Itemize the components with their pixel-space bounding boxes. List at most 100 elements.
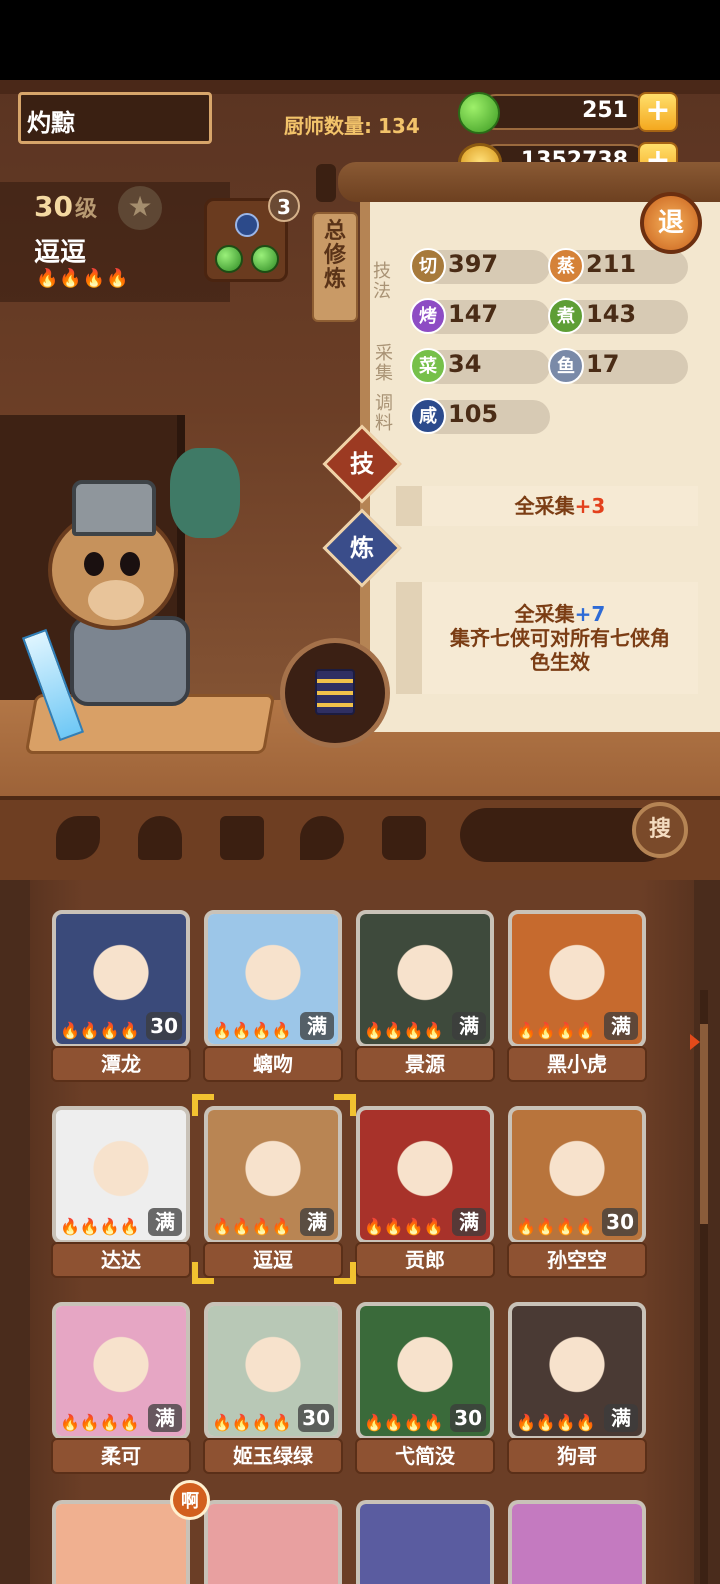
chef-character-figure <box>0 440 300 780</box>
chef-level-badge: 30 <box>450 1404 486 1432</box>
chef-rarity-flames: 🔥🔥🔥🔥 <box>60 1217 140 1236</box>
chef-count: 厨师数量: 134 <box>284 110 420 139</box>
chef-card[interactable]: 🔥🔥🔥🔥 满 <box>52 1106 190 1244</box>
selection-corner <box>334 1094 356 1116</box>
chef-level-value: 30 <box>34 190 73 223</box>
search-button[interactable]: 搜 <box>632 802 688 858</box>
refine-effect-title: 全采集 <box>514 602 575 626</box>
figure-hat <box>72 480 156 536</box>
shovel-filter-icon[interactable] <box>138 816 182 860</box>
chef-rarity-flames: 🔥🔥🔥🔥 <box>516 1217 596 1236</box>
chef-rarity-flames: 🔥🔥🔥🔥 <box>60 1413 140 1432</box>
chef-card[interactable]: 🔥🔥🔥🔥 30 <box>52 910 190 1048</box>
chef-card-partial[interactable] <box>356 1500 494 1584</box>
chef-card[interactable]: 🔥🔥🔥🔥 满 <box>508 910 646 1048</box>
chef-name-plate[interactable]: 逗逗 <box>203 1242 343 1278</box>
chef-card[interactable]: 🔥🔥🔥🔥 满 <box>52 1302 190 1440</box>
stat-icon: 鱼 <box>548 348 584 384</box>
chef-card[interactable]: 🔥🔥🔥🔥 30 <box>356 1302 494 1440</box>
stat-value: 397 <box>448 250 499 278</box>
stat-value: 34 <box>448 350 482 378</box>
stat-icon: 菜 <box>410 348 446 384</box>
apple-icon <box>458 92 500 134</box>
chef-name-plate[interactable]: 达达 <box>51 1242 191 1278</box>
refine-effect-box: 全采集+7 集齐七侠可对所有七侠角 色生效 <box>396 582 698 694</box>
location-filter-icon[interactable] <box>300 816 344 860</box>
stat-icon: 咸 <box>410 398 446 434</box>
chef-rarity-flames: 🔥🔥🔥🔥 <box>364 1413 444 1432</box>
stat-icon: 蒸 <box>548 248 584 284</box>
refine-effect-desc-line2: 色生效 <box>530 650 590 674</box>
chef-card[interactable]: 🔥🔥🔥🔥 30 <box>204 1302 342 1440</box>
chef-name-plate[interactable]: 孙空空 <box>507 1242 647 1278</box>
refine-effect-desc-line1: 集齐七侠可对所有七侠角 <box>450 626 670 650</box>
chef-rarity-flames: 🔥🔥🔥🔥 <box>364 1021 444 1040</box>
chef-card-partial[interactable] <box>52 1500 190 1584</box>
chef-level-badge: 满 <box>604 1404 638 1432</box>
label-skill: 技法 <box>373 261 391 302</box>
stat-icon: 烤 <box>410 298 446 334</box>
add-apples-button[interactable]: + <box>638 92 678 132</box>
chef-rarity-flames: 🔥🔥🔥🔥 <box>364 1217 444 1236</box>
chef-level-badge: 30 <box>146 1012 182 1040</box>
selection-corner <box>192 1262 214 1284</box>
chef-card-partial[interactable] <box>508 1500 646 1584</box>
stat-value: 105 <box>448 400 499 428</box>
chef-card[interactable]: 🔥🔥🔥🔥 30 <box>508 1106 646 1244</box>
exit-button[interactable]: 退 <box>640 192 702 254</box>
chef-rarity-flames: 🔥🔥🔥🔥 <box>212 1021 292 1040</box>
chef-card-partial[interactable] <box>204 1500 342 1584</box>
figure-eye <box>120 552 140 576</box>
stat-value: 147 <box>448 300 499 328</box>
selection-corner <box>334 1262 356 1284</box>
figure-eye <box>84 552 104 576</box>
tab-total-cultivation[interactable]: 总修炼 <box>312 212 358 322</box>
chef-level-badge: 满 <box>452 1012 486 1040</box>
skill-effect-bar: 全采集+3 <box>396 486 698 526</box>
chef-card[interactable]: 🔥🔥🔥🔥 满 <box>204 910 342 1048</box>
chef-name-plate[interactable]: 柔可 <box>51 1438 191 1474</box>
chef-level-badge: 满 <box>148 1404 182 1432</box>
chef-name-plate[interactable]: 弋简没 <box>355 1438 495 1474</box>
chef-card[interactable]: 🔥🔥🔥🔥 满 <box>356 1106 494 1244</box>
jar-filter-icon[interactable] <box>220 816 264 860</box>
map-filter-icon[interactable] <box>382 816 426 860</box>
chef-card[interactable]: 🔥🔥🔥🔥 满 <box>508 1302 646 1440</box>
stat-value: 143 <box>586 300 637 328</box>
chef-count-value: 134 <box>378 114 420 138</box>
chef-count-label: 厨师数量: <box>284 114 372 138</box>
roster-scroll-thumb[interactable] <box>700 1024 708 1224</box>
chef-name-plate[interactable]: 螭吻 <box>203 1046 343 1082</box>
chef-level: 30级 <box>34 190 97 223</box>
knife-filter-icon[interactable] <box>56 816 100 860</box>
chef-name-plate[interactable]: 景源 <box>355 1046 495 1082</box>
selection-corner <box>192 1094 214 1116</box>
chef-name-plate[interactable]: 贡郎 <box>355 1242 495 1278</box>
player-name-field[interactable]: 灼黥 <box>18 92 212 144</box>
skill-effect-text: 全采集 <box>514 494 575 518</box>
chef-name-plate[interactable]: 姬玉绿绿 <box>203 1438 343 1474</box>
chef-level-badge: 满 <box>300 1208 334 1236</box>
green-gem-icon <box>215 245 243 273</box>
refine-diamond-label: 炼 <box>350 534 374 562</box>
skill-diamond-label: 技 <box>350 450 374 478</box>
stat-icon: 煮 <box>548 298 584 334</box>
chef-card[interactable]: 🔥🔥🔥🔥 满 <box>204 1106 342 1244</box>
outfit-button[interactable] <box>280 638 390 748</box>
chef-rarity-flames: 🔥🔥🔥🔥 <box>60 1021 140 1040</box>
chef-level-badge: 30 <box>298 1404 334 1432</box>
label-seasoning: 调料 <box>375 393 393 434</box>
chef-name-plate[interactable]: 狗哥 <box>507 1438 647 1474</box>
chef-rarity-flames: 🔥🔥🔥🔥 <box>516 1021 596 1040</box>
chef-level-unit: 级 <box>74 197 97 222</box>
chef-name-plate[interactable]: 潭龙 <box>51 1046 191 1082</box>
label-gather: 采集 <box>375 343 393 384</box>
stat-value: 211 <box>586 250 637 278</box>
chef-name-plate[interactable]: 黑小虎 <box>507 1046 647 1082</box>
chef-rarity-flames: 🔥🔥🔥🔥 <box>36 268 130 289</box>
refine-effect-bonus: +7 <box>574 602 606 626</box>
chef-card[interactable]: 🔥🔥🔥🔥 满 <box>356 910 494 1048</box>
favorite-star-icon[interactable]: ★ <box>118 186 162 230</box>
chef-level-badge: 满 <box>604 1012 638 1040</box>
chef-rarity-flames: 🔥🔥🔥🔥 <box>212 1217 292 1236</box>
